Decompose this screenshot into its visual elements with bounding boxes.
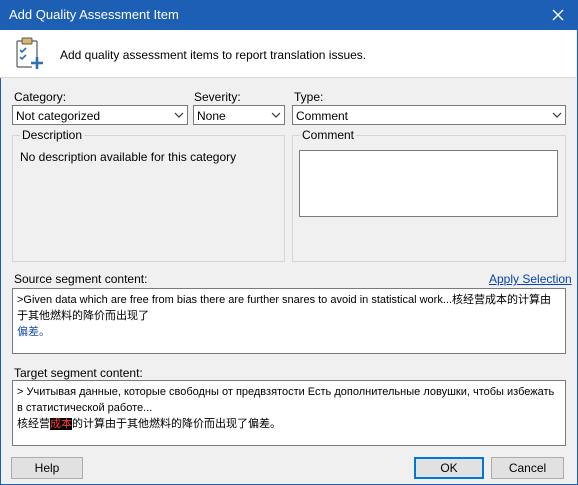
chevron-down-icon [174, 112, 184, 118]
title-bar: Add Quality Assessment Item [0, 0, 578, 30]
target-segment-box[interactable]: > Учитывая данные, которые свободны от п… [12, 380, 566, 446]
target-text-before: 核经营 [17, 418, 50, 430]
close-icon [552, 9, 564, 21]
target-line-1: > Учитывая данные, которые свободны от п… [17, 386, 555, 414]
category-label: Category: [14, 90, 67, 104]
dialog-header: Add quality assessment items to report t… [0, 30, 576, 78]
comment-title: Comment [300, 128, 357, 142]
cancel-button[interactable]: Cancel [491, 457, 564, 479]
type-select[interactable]: Comment [292, 105, 566, 125]
apply-selection-link[interactable]: Apply Selection [489, 272, 572, 286]
source-label: Source segment content: [14, 272, 148, 286]
target-text-after: 的计算由于其他燃料的降价而出现了偏差。 [72, 418, 281, 430]
source-segment-box[interactable]: >Given data which are free from bias the… [12, 288, 566, 354]
chevron-down-icon [552, 112, 562, 118]
chevron-down-icon [271, 112, 281, 118]
category-value: Not categorized [16, 109, 101, 123]
source-line-1: >Given data which are free from bias the… [17, 294, 552, 322]
severity-label: Severity: [194, 90, 241, 104]
header-text: Add quality assessment items to report t… [60, 48, 367, 62]
severity-select[interactable]: None [193, 105, 285, 125]
target-highlight: 成本 [50, 418, 72, 430]
type-value: Comment [296, 109, 349, 123]
category-select[interactable]: Not categorized [12, 105, 188, 125]
comment-textarea[interactable] [299, 150, 558, 217]
window-title: Add Quality Assessment Item [9, 7, 179, 22]
source-line-2: 偏差。 [17, 326, 50, 338]
target-label: Target segment content: [14, 366, 143, 380]
severity-value: None [197, 109, 226, 123]
clipboard-add-icon [16, 37, 43, 69]
type-label: Type: [294, 90, 324, 104]
target-line-2: 核经营成本的计算由于其他燃料的降价而出现了偏差。 [17, 416, 561, 432]
description-title: Description [20, 128, 85, 142]
close-button[interactable] [538, 0, 578, 30]
help-button[interactable]: Help [11, 457, 83, 479]
ok-button[interactable]: OK [414, 457, 484, 479]
description-text: No description available for this catego… [20, 150, 237, 164]
